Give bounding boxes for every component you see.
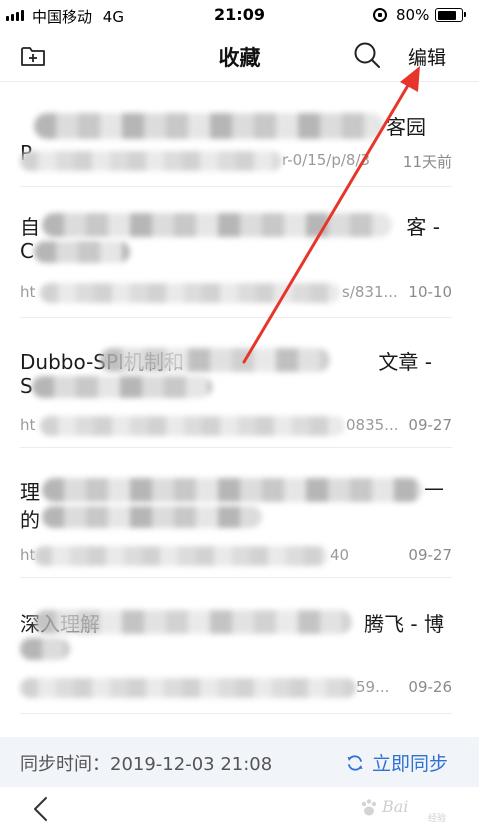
list-item[interactable]: 自 客 - C ht s/831... 10-10 (20, 187, 452, 318)
status-bar: 中国移动 4G 21:09 80% (0, 0, 479, 30)
sync-now-button[interactable]: 立即同步 (346, 749, 448, 776)
battery-icon (435, 8, 466, 22)
sync-time-label: 同步时间：2019-12-03 21:08 (20, 754, 273, 775)
item-date: 09-27 (408, 416, 452, 434)
redaction-blur (34, 241, 130, 263)
redaction-blur (20, 151, 282, 171)
nav-bar: 收藏 编辑 (0, 30, 479, 82)
item-title-line2: S (20, 374, 33, 398)
item-date: 10-10 (408, 283, 452, 301)
item-url-end: r-0/15/p/8/3 (282, 151, 371, 169)
redaction-blur (42, 213, 392, 237)
item-title-line2: 的 (20, 508, 40, 532)
item-url-start: ht (20, 416, 36, 434)
item-title-end: 客园 (386, 115, 426, 139)
redaction-blur (42, 478, 422, 502)
item-title-line2: C (20, 239, 34, 263)
redaction-blur (20, 678, 356, 698)
redaction-blur (34, 546, 328, 566)
search-icon[interactable] (352, 40, 382, 70)
item-title-start: 理 (20, 480, 40, 504)
item-title-end: 腾飞 - 博 (364, 612, 444, 636)
item-title-start: 自 (20, 215, 40, 239)
sync-now-label: 立即同步 (372, 753, 449, 775)
battery-percent: 80% (396, 6, 430, 24)
redaction-blur (34, 610, 352, 634)
list-item[interactable]: 理 — 的 ht 40 09-27 (20, 448, 452, 578)
favorites-screen: 中国移动 4G 21:09 80% 收藏 编辑 P 客园 r-0/15/ (0, 0, 479, 831)
watermark-text: Bai (382, 797, 409, 816)
paw-logo-icon (361, 799, 377, 816)
item-title-end: 文章 - (378, 350, 432, 374)
baidu-watermark: Bai 经验 (358, 795, 476, 825)
item-date: 11天前 (402, 153, 452, 171)
sync-icon (347, 754, 363, 771)
redaction-blur (40, 416, 345, 436)
item-date: 09-27 (408, 546, 452, 564)
item-url-start: ht (20, 283, 36, 301)
list-item[interactable]: P 客园 r-0/15/p/8/3 11天前 (20, 83, 452, 187)
redaction-blur (32, 376, 212, 398)
item-title-end: — (424, 476, 444, 500)
item-url-end: 40 (330, 546, 350, 564)
item-url-end: s/831... (342, 283, 398, 301)
redaction-blur (34, 113, 384, 139)
back-icon[interactable] (30, 795, 54, 823)
item-url-end: 0835... (346, 416, 399, 434)
redaction-blur (40, 283, 340, 303)
redaction-blur (42, 506, 262, 528)
item-date: 09-26 (408, 678, 452, 696)
item-title-end: 客 - (406, 215, 440, 239)
redaction-blur (20, 638, 70, 660)
list-item[interactable]: Dubbo-SPI机制和 文章 - S ht 0835... 09-27 (20, 318, 452, 448)
sync-bar: 同步时间：2019-12-03 21:08 立即同步 (0, 737, 479, 787)
orientation-lock-icon (373, 8, 387, 22)
redaction-blur (100, 348, 330, 372)
item-url-end: 59... (356, 678, 390, 696)
list-item[interactable]: 深入理解 腾飞 - 博 59... 09-26 (20, 578, 452, 714)
bottom-toolbar: Bai 经验 (0, 787, 479, 831)
edit-button[interactable]: 编辑 (408, 43, 446, 70)
watermark-sub: 经验 (428, 814, 447, 824)
